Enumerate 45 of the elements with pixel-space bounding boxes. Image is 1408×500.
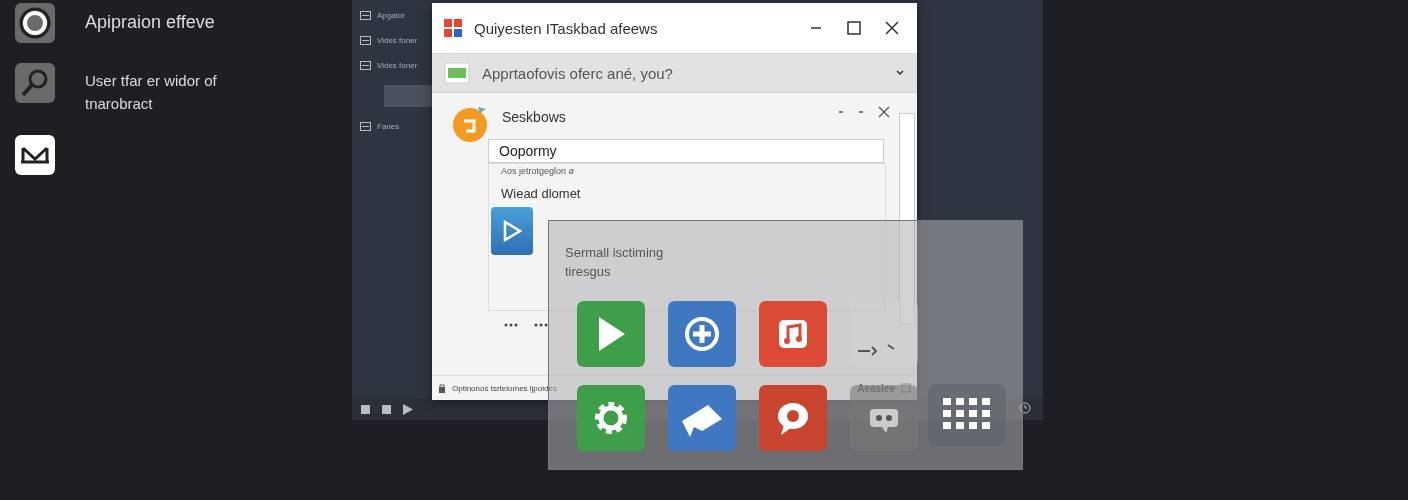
chat-tile-icon[interactable] bbox=[759, 385, 827, 451]
section-label: Wiead dlomet bbox=[501, 186, 582, 201]
input-field[interactable]: Oopormy bbox=[488, 139, 884, 163]
app-grid-button[interactable] bbox=[928, 384, 1006, 446]
ring-icon[interactable] bbox=[15, 3, 55, 43]
list-icon[interactable] bbox=[360, 10, 371, 21]
robot-tile-icon[interactable] bbox=[850, 385, 918, 451]
window-title: Quiyesten ITaskbad afeews bbox=[474, 19, 659, 37]
speech-tile-icon[interactable] bbox=[668, 385, 736, 451]
play-tile-icon[interactable] bbox=[577, 301, 645, 367]
panel-text: Sermall isctiming tiresgus bbox=[565, 244, 665, 281]
folder-icon bbox=[444, 62, 470, 84]
windows-logo-icon bbox=[444, 19, 462, 37]
sidebar-item[interactable]: Fanes bbox=[377, 122, 400, 131]
desktop-label: User tfar er widor of tnarobract bbox=[85, 71, 218, 114]
hint-text: Aos jetrotgeglon ø bbox=[501, 166, 576, 176]
play-icon[interactable] bbox=[402, 403, 413, 415]
play-button[interactable] bbox=[491, 207, 533, 255]
panel-title: Seskbows bbox=[502, 109, 567, 125]
more-icon[interactable] bbox=[504, 323, 518, 327]
app-logo-icon bbox=[452, 105, 490, 143]
gear-tile-icon[interactable] bbox=[577, 385, 645, 451]
chevron-down-icon bbox=[895, 69, 905, 77]
desktop-label: Apipraion effeve bbox=[85, 11, 216, 34]
sidebar-item[interactable]: Vides foner bbox=[377, 36, 418, 45]
clock-icon[interactable] bbox=[1019, 402, 1031, 414]
list-icon[interactable] bbox=[360, 35, 371, 46]
dropdown[interactable]: Apprtaofovis oferc ané, you? bbox=[432, 54, 917, 93]
lock-icon bbox=[438, 383, 446, 393]
more-icon[interactable] bbox=[534, 323, 548, 327]
plus-tile-icon[interactable] bbox=[668, 301, 736, 367]
list-icon[interactable] bbox=[360, 60, 371, 71]
stop-icon[interactable] bbox=[360, 403, 371, 415]
close-icon bbox=[885, 21, 899, 35]
search-icon[interactable] bbox=[15, 63, 55, 103]
mail-icon[interactable] bbox=[15, 135, 55, 175]
stop-icon[interactable] bbox=[381, 403, 392, 415]
sidebar-item[interactable]: Vides foner bbox=[377, 61, 418, 70]
play-icon bbox=[501, 219, 523, 243]
list-icon[interactable] bbox=[360, 121, 371, 132]
music-tile-icon[interactable] bbox=[759, 301, 827, 367]
status-text: Aeasiee bbox=[857, 382, 895, 394]
maximize-icon bbox=[847, 21, 861, 35]
grid-icon bbox=[943, 398, 991, 432]
sidebar-item[interactable]: Apgator bbox=[377, 11, 406, 20]
